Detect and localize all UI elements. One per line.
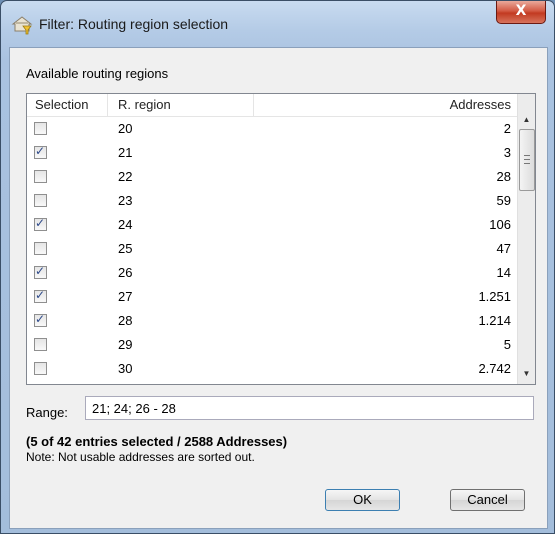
filter-icon bbox=[11, 16, 33, 35]
checkmark-icon: ✓ bbox=[35, 288, 46, 302]
available-regions-label: Available routing regions bbox=[26, 66, 169, 81]
addresses-cell: 5 bbox=[503, 337, 511, 352]
selection-checkbox[interactable] bbox=[34, 242, 47, 255]
list-item[interactable]: 22 28 bbox=[27, 165, 517, 189]
header-separator[interactable] bbox=[253, 94, 254, 116]
ok-button[interactable]: OK bbox=[325, 489, 400, 511]
selection-checkbox[interactable] bbox=[34, 122, 47, 135]
region-cell: 28 bbox=[118, 313, 133, 328]
header-addresses[interactable]: Addresses bbox=[450, 97, 511, 112]
selection-checkbox[interactable]: ✓ bbox=[34, 264, 47, 279]
addresses-cell: 2 bbox=[503, 121, 511, 136]
checkmark-icon: ✓ bbox=[35, 264, 46, 278]
region-list[interactable]: Selection R. region Addresses 20 2 ✓ 21 3 22 2… bbox=[26, 93, 536, 385]
title-bar[interactable]: Filter: Routing region selection X bbox=[1, 1, 554, 47]
vertical-scrollbar[interactable]: ▲ ▼ bbox=[517, 94, 535, 384]
header-selection[interactable]: Selection bbox=[35, 97, 88, 112]
addresses-cell: 59 bbox=[496, 193, 511, 208]
list-rows: 20 2 ✓ 21 3 22 28 23 59 ✓ 24 106 25 47 ✓ 26 14 ✓ 27 1.251 ✓ 2… bbox=[27, 117, 517, 384]
addresses-cell: 106 bbox=[489, 217, 511, 232]
checkmark-icon: ✓ bbox=[35, 312, 46, 326]
region-cell: 29 bbox=[118, 337, 133, 352]
dialog-body: Available routing regions Selection R. r… bbox=[9, 47, 548, 529]
addresses-cell: 1.214 bbox=[478, 313, 511, 328]
selection-checkbox[interactable] bbox=[34, 362, 47, 375]
window-title: Filter: Routing region selection bbox=[39, 16, 229, 32]
list-item[interactable]: 30 2.742 bbox=[27, 357, 517, 381]
addresses-cell: 2.742 bbox=[478, 361, 511, 376]
addresses-cell: 28 bbox=[496, 169, 511, 184]
scroll-up-icon[interactable]: ▲ bbox=[518, 111, 535, 128]
region-cell: 21 bbox=[118, 145, 133, 160]
list-item[interactable]: ✓ 24 106 bbox=[27, 213, 517, 237]
list-item[interactable]: 25 47 bbox=[27, 237, 517, 261]
range-label: Range: bbox=[26, 405, 68, 420]
region-cell: 25 bbox=[118, 241, 133, 256]
range-input[interactable] bbox=[85, 396, 534, 420]
list-item[interactable]: 20 2 bbox=[27, 117, 517, 141]
checkmark-icon: ✓ bbox=[35, 144, 46, 158]
list-item[interactable]: ✓ 27 1.251 bbox=[27, 285, 517, 309]
selection-summary: (5 of 42 entries selected / 2588 Address… bbox=[26, 434, 288, 449]
region-cell: 26 bbox=[118, 265, 133, 280]
selection-checkbox[interactable]: ✓ bbox=[34, 216, 47, 231]
scroll-thumb[interactable] bbox=[519, 129, 535, 191]
addresses-cell: 14 bbox=[496, 265, 511, 280]
region-cell: 23 bbox=[118, 193, 133, 208]
selection-checkbox[interactable]: ✓ bbox=[34, 144, 47, 159]
region-cell: 30 bbox=[118, 361, 133, 376]
scroll-down-icon[interactable]: ▼ bbox=[518, 365, 535, 382]
region-cell: 22 bbox=[118, 169, 133, 184]
selection-checkbox[interactable]: ✓ bbox=[34, 312, 47, 327]
list-header: Selection R. region Addresses bbox=[27, 94, 517, 117]
list-item[interactable]: 29 5 bbox=[27, 333, 517, 357]
grip-icon bbox=[524, 155, 530, 164]
addresses-cell: 3 bbox=[503, 145, 511, 160]
selection-checkbox[interactable] bbox=[34, 194, 47, 207]
checkmark-icon: ✓ bbox=[35, 216, 46, 230]
region-cell: 20 bbox=[118, 121, 133, 136]
header-region[interactable]: R. region bbox=[118, 97, 171, 112]
close-button[interactable]: X bbox=[496, 1, 546, 24]
region-cell: 27 bbox=[118, 289, 133, 304]
header-separator[interactable] bbox=[107, 94, 108, 116]
selection-checkbox[interactable]: ✓ bbox=[34, 288, 47, 303]
list-item[interactable]: ✓ 28 1.214 bbox=[27, 309, 517, 333]
selection-checkbox[interactable] bbox=[34, 170, 47, 183]
note-text: Note: Not usable addresses are sorted ou… bbox=[26, 450, 255, 464]
dialog-window: Filter: Routing region selection X Avail… bbox=[0, 0, 555, 534]
selection-checkbox[interactable] bbox=[34, 338, 47, 351]
list-item[interactable]: ✓ 21 3 bbox=[27, 141, 517, 165]
list-item[interactable]: ✓ 26 14 bbox=[27, 261, 517, 285]
addresses-cell: 1.251 bbox=[478, 289, 511, 304]
list-item[interactable]: 23 59 bbox=[27, 189, 517, 213]
addresses-cell: 47 bbox=[496, 241, 511, 256]
region-cell: 24 bbox=[118, 217, 133, 232]
cancel-button[interactable]: Cancel bbox=[450, 489, 525, 511]
